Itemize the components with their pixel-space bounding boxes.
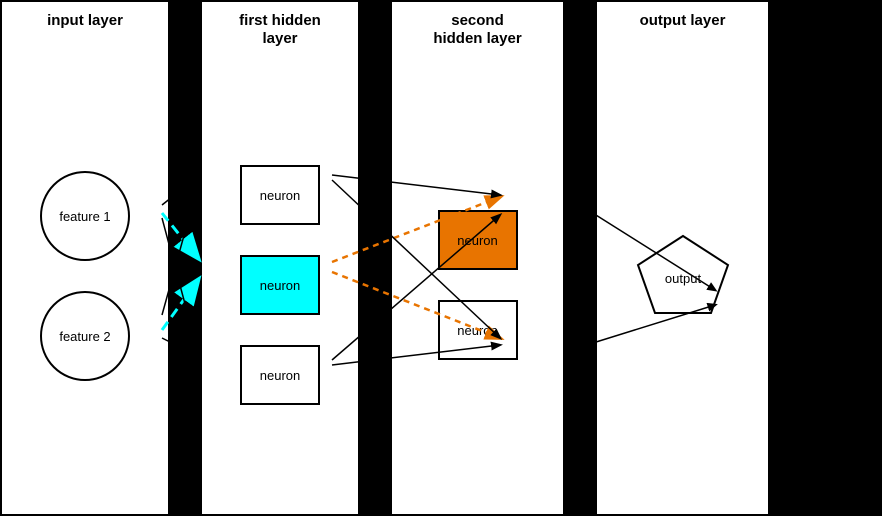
- input-layer-title: input layer: [39, 2, 131, 38]
- hidden-layer-2-title: secondhidden layer: [425, 2, 529, 56]
- hidden2-node-2: neuron: [438, 300, 518, 360]
- input-node-2: feature 2: [40, 291, 130, 381]
- svg-text:output: output: [664, 271, 701, 286]
- pentagon-shape: output: [633, 231, 733, 321]
- hidden1-node-1: neuron: [240, 165, 320, 225]
- input-layer-content: feature 1 feature 2: [2, 38, 168, 514]
- hidden-layer-2-panel: secondhidden layer neuron neuron: [390, 0, 565, 516]
- hidden-layer-2-content: neuron neuron: [392, 56, 563, 514]
- output-layer-panel: output layer output: [595, 0, 770, 516]
- neural-network-diagram: input layer feature 1 feature 2 first hi…: [0, 0, 882, 516]
- output-layer-content: output: [597, 38, 768, 514]
- hidden-layer-1-title: first hiddenlayer: [231, 2, 329, 56]
- input-node-1: feature 1: [40, 171, 130, 261]
- input-layer-panel: input layer feature 1 feature 2: [0, 0, 170, 516]
- hidden1-node-3: neuron: [240, 345, 320, 405]
- hidden1-node-2: neuron: [240, 255, 320, 315]
- output-layer-title: output layer: [632, 2, 734, 38]
- hidden-layer-1-panel: first hiddenlayer neuron neuron neuron: [200, 0, 360, 516]
- output-node: output: [633, 231, 733, 321]
- hidden-layer-1-content: neuron neuron neuron: [202, 56, 358, 514]
- hidden2-node-1: neuron: [438, 210, 518, 270]
